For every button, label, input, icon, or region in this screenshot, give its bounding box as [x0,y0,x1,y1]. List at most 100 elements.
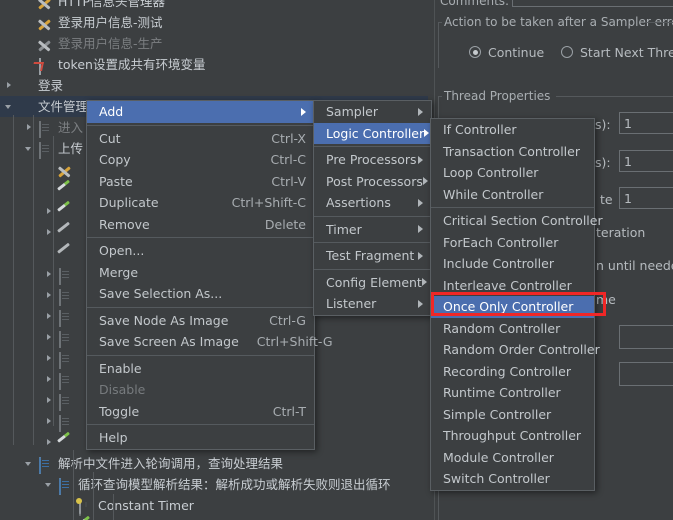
menu-item-sampler[interactable]: Sampler [314,101,431,123]
menu-item-save-node-as-image[interactable]: Save Node As Image Ctrl-G [87,310,314,332]
tree-item-label: 解析中文件进入轮询调用，查询处理结果 [58,456,284,471]
menu-item-toggle[interactable]: Toggle Ctrl-T [87,401,314,423]
menu-separator [314,268,431,270]
tree-expand-down-icon[interactable] [44,479,55,490]
rampup-input[interactable]: 1 [619,150,673,172]
menu-item-timer[interactable]: Timer [314,219,431,241]
comments-input[interactable] [512,0,673,7]
comments-label: Comments: [440,0,510,8]
menu-item-test-fragment[interactable]: Test Fragment [314,245,431,267]
menu-item-pre-processors[interactable]: Pre Processors [314,149,431,171]
tree-item-label: token设置成共有环境变量 [58,57,206,72]
tree-expand-right-icon[interactable] [4,80,15,91]
controller-icon [57,329,74,348]
tree-guide-line [113,494,114,520]
menu-item-module-controller[interactable]: Module Controller [431,447,594,469]
menu-item-recording-controller[interactable]: Recording Controller [431,361,594,383]
menu-item-random-order-controller[interactable]: Random Order Controller [431,339,600,361]
menu-separator [87,124,314,126]
tree-expand-down-icon[interactable] [24,458,35,469]
menu-item-random-controller[interactable]: Random Controller [431,318,594,340]
menu-item-label: Module Controller [443,449,554,465]
menu-separator [314,215,431,217]
tree-item[interactable]: 解析中文件进入轮询调用，查询处理结果 [0,453,428,474]
submenu-arrow-icon [421,278,427,287]
threads-count-input[interactable]: 1 [619,112,673,134]
menu-item-open[interactable]: Open... [87,240,314,262]
menu-item-label: Save Selection As... [99,286,223,301]
radio-start-next-thread-loop[interactable] [561,46,573,58]
gear-blue-icon [17,77,34,94]
menu-item-label: Test Fragment [326,248,415,263]
tools-icon [57,161,74,178]
menu-item-logic-controller[interactable]: Logic Controller [314,122,431,144]
menu-item-label: Copy [99,152,131,167]
submenu-arrow-icon [418,299,423,308]
menu-item-duplicate[interactable]: Duplicate Ctrl+Shift-C [87,192,314,214]
menu-item-if-controller[interactable]: If Controller [431,119,594,141]
menu-item-label: Switch Controller [443,471,550,486]
menu-item-enable[interactable]: Enable [87,358,314,380]
menu-item-runtime-controller[interactable]: Runtime Controller [431,382,594,404]
controller-blue-icon [57,476,74,495]
tree-item[interactable]: 登录用户信息-测试 [0,12,428,33]
menu-item-simple-controller[interactable]: Simple Controller [431,404,594,426]
startup-delay-input[interactable] [619,362,673,386]
menu-item-shortcut: Ctrl-X [271,130,306,146]
menu-item-throughput-controller[interactable]: Throughput Controller [431,425,594,447]
tree-item[interactable]: HTTP信息头管理器 [0,0,428,12]
menu-item-cut[interactable]: Cut Ctrl-X [87,128,314,150]
menu-item-disable[interactable]: Disable [87,379,314,401]
menu-item-help[interactable]: Help [87,427,314,449]
tree-item[interactable]: token设置成共有环境变量 [0,54,428,75]
menu-item-shortcut: Delete [264,216,306,232]
tree-item[interactable]: 登录 [0,75,428,96]
controller-icon [57,266,74,285]
menu-item-post-processors[interactable]: Post Processors [314,171,431,193]
menu-item-critical-section-controller[interactable]: Critical Section Controller [431,210,603,232]
menu-item-include-controller[interactable]: Include Controller [431,253,594,275]
radio-continue[interactable] [469,46,481,58]
tree-item[interactable]: 模型状态查询/错误原因${filename} [0,516,428,520]
menu-item-interleave-controller[interactable]: Interleave Controller [431,275,594,297]
menu-item-label: Throughput Controller [443,428,582,443]
menu-item-assertions[interactable]: Assertions [314,192,431,214]
menu-item-merge[interactable]: Merge [87,262,314,284]
menu-item-remove[interactable]: Remove Delete [87,214,314,236]
tree-item-label: 登录用户信息-生产 [58,36,163,51]
menu-item-label: Post Processors [326,173,423,189]
tree-item[interactable]: 登录用户信息-生产 [0,33,428,54]
pen-icon [57,203,74,220]
tree-expand-down-icon[interactable] [4,101,15,112]
menu-item-transaction-controller[interactable]: Transaction Controller [431,141,594,163]
duration-input[interactable] [619,325,673,349]
menu-item-once-only-controller[interactable]: Once Only Controller [431,296,594,318]
menu-item-loop-controller[interactable]: Loop Controller [431,162,594,184]
loop-count-input[interactable]: 1 [619,187,673,209]
tree-item[interactable]: Constant Timer [0,495,428,516]
menu-item-while-controller[interactable]: While Controller [431,184,594,206]
menu-item-paste[interactable]: Paste Ctrl-V [87,171,314,193]
menu-item-label: Toggle [99,403,140,419]
menu-item-label: Transaction Controller [443,143,580,159]
menu-item-config-element[interactable]: Config Element [314,272,431,294]
menu-item-listener[interactable]: Listener [314,293,431,315]
tree-item[interactable]: 循环查询模型解析结果：解析成功或解析失败则退出循环 [0,474,428,495]
tree-guide-line [53,136,54,426]
menu-item-add[interactable]: Add [87,101,314,123]
menu-item-label: Timer [326,221,362,237]
menu-item-shortcut: Ctrl-T [272,403,306,419]
menu-item-label: Sampler [326,104,379,119]
menu-separator [87,306,314,308]
tree-expand-right-icon[interactable] [44,437,55,448]
menu-item-save-screen-as-image[interactable]: Save Screen As Image Ctrl+Shift-G [87,331,333,353]
sampler-error-group-label: Action to be taken after a Sampler error [444,15,673,29]
menu-item-copy[interactable]: Copy Ctrl-C [87,149,314,171]
menu-item-foreach-controller[interactable]: ForEach Controller [431,232,594,254]
node-context-menu[interactable]: Add Cut Ctrl-X Copy Ctrl-C Paste Ctrl-V Duplica… [86,100,333,450]
menu-item-switch-controller[interactable]: Switch Controller [431,468,594,490]
menu-item-save-selection-as[interactable]: Save Selection As... [87,283,314,305]
tree-item-label: 上传 [58,141,84,156]
logic-controller-submenu[interactable]: If Controller Transaction Controller Loop … [430,118,603,491]
add-submenu[interactable]: Sampler Logic Controller Pre Processors Pos… [313,100,432,316]
